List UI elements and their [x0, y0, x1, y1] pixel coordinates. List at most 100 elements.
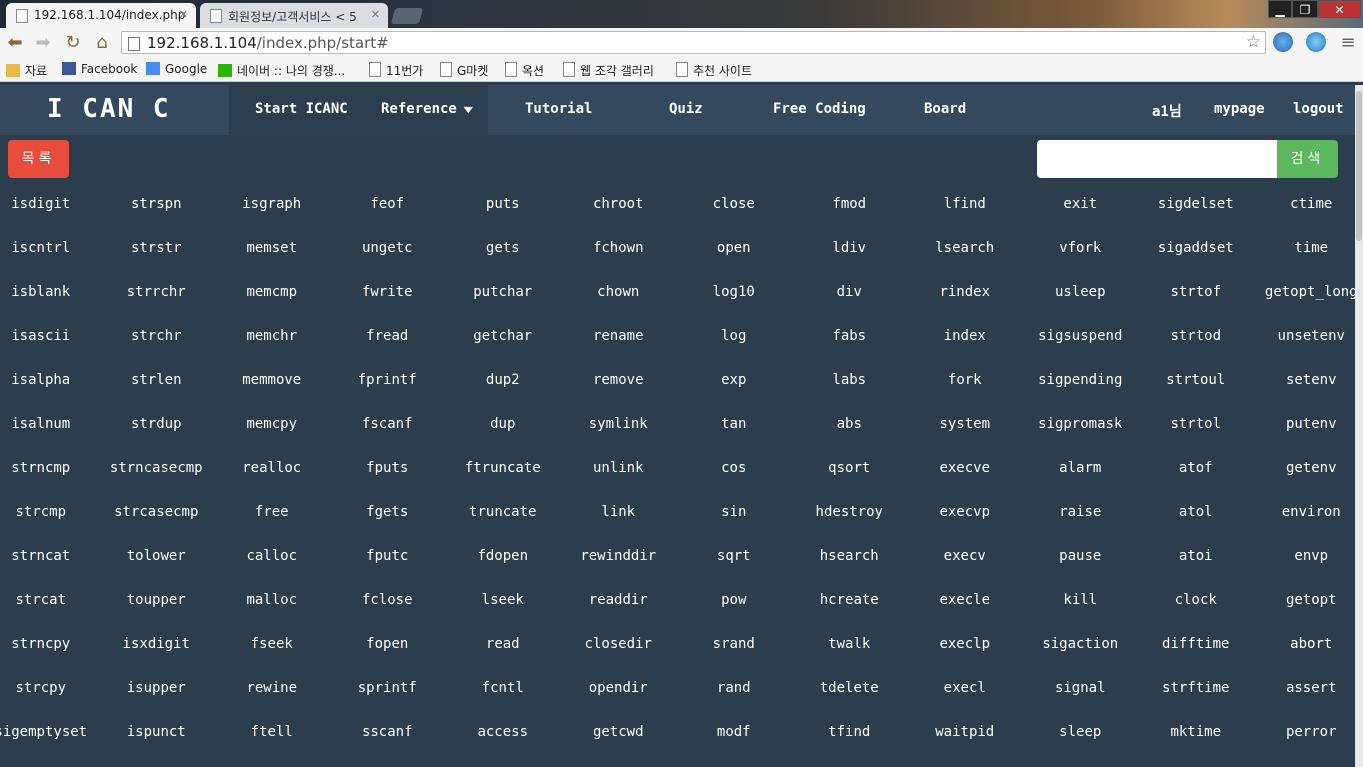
function-link[interactable]: fopen [330, 622, 446, 666]
function-link[interactable]: readdir [561, 578, 677, 622]
function-link[interactable]: sin [676, 490, 792, 534]
function-link[interactable]: perror [1254, 710, 1363, 754]
function-link[interactable]: sigpromask [1023, 402, 1139, 446]
function-link[interactable]: vfork [1023, 226, 1139, 270]
function-link[interactable]: fputc [330, 534, 446, 578]
function-link[interactable]: rindex [907, 270, 1023, 314]
function-link[interactable]: sigdelset [1138, 182, 1254, 226]
function-link[interactable]: strtol [1138, 402, 1254, 446]
nav-free-coding[interactable]: Free Coding [773, 101, 866, 117]
site-logo[interactable]: I CAN C [47, 94, 171, 124]
function-link[interactable]: strdup [99, 402, 215, 446]
function-link[interactable]: strcat [0, 578, 99, 622]
function-link[interactable]: fclose [330, 578, 446, 622]
function-link[interactable]: sqrt [676, 534, 792, 578]
function-link[interactable]: isgraph [214, 182, 330, 226]
function-link[interactable]: remove [561, 358, 677, 402]
function-link[interactable]: pause [1023, 534, 1139, 578]
function-link[interactable]: strrchr [99, 270, 215, 314]
function-link[interactable]: abort [1254, 622, 1363, 666]
browser-tab-active[interactable]: 192.168.1.104/index.php ✕ [6, 3, 196, 28]
function-link[interactable]: strtoul [1138, 358, 1254, 402]
function-link[interactable]: tfind [792, 710, 908, 754]
nav-board[interactable]: Board [924, 101, 966, 117]
function-link[interactable]: strncasecmp [99, 446, 215, 490]
scrollbar[interactable] [1355, 85, 1363, 767]
nav-mypage[interactable]: mypage [1214, 101, 1265, 117]
function-link[interactable]: fgets [330, 490, 446, 534]
function-link[interactable]: sigpending [1023, 358, 1139, 402]
function-link[interactable]: isascii [0, 314, 99, 358]
function-link[interactable]: fprintf [330, 358, 446, 402]
scrollbar-thumb[interactable] [1356, 91, 1362, 241]
function-link[interactable]: cos [676, 446, 792, 490]
close-tab-icon[interactable]: ✕ [371, 8, 380, 21]
function-link[interactable]: kill [1023, 578, 1139, 622]
function-link[interactable]: time [1254, 226, 1363, 270]
function-link[interactable]: fread [330, 314, 446, 358]
function-link[interactable]: tolower [99, 534, 215, 578]
function-link[interactable]: execl [907, 666, 1023, 710]
function-link[interactable]: alarm [1023, 446, 1139, 490]
function-link[interactable]: mktime [1138, 710, 1254, 754]
function-link[interactable]: fscanf [330, 402, 446, 446]
function-link[interactable]: strspn [99, 182, 215, 226]
function-link[interactable]: memchr [214, 314, 330, 358]
function-link[interactable]: system [907, 402, 1023, 446]
function-link[interactable]: toupper [99, 578, 215, 622]
function-link[interactable]: tan [676, 402, 792, 446]
reload-icon[interactable]: ↻ [62, 32, 84, 54]
function-link[interactable]: usleep [1023, 270, 1139, 314]
globe-icon[interactable] [1306, 32, 1326, 52]
list-button[interactable]: 목록 [8, 140, 69, 178]
bookmark-google[interactable]: Google [146, 62, 207, 76]
function-link[interactable]: fork [907, 358, 1023, 402]
function-link[interactable]: isalpha [0, 358, 99, 402]
function-link[interactable]: gets [445, 226, 561, 270]
function-link[interactable]: sprintf [330, 666, 446, 710]
function-link[interactable]: ldiv [792, 226, 908, 270]
bookmark-auction[interactable]: 옥션 [505, 62, 544, 79]
function-link[interactable]: memset [214, 226, 330, 270]
nav-start-icanc[interactable]: Start ICANC [255, 101, 348, 117]
function-link[interactable]: putchar [445, 270, 561, 314]
function-link[interactable]: waitpid [907, 710, 1023, 754]
function-link[interactable]: labs [792, 358, 908, 402]
maximize-button[interactable]: ❐ [1292, 0, 1318, 18]
nav-logout[interactable]: logout [1293, 101, 1344, 117]
function-link[interactable]: getcwd [561, 710, 677, 754]
function-link[interactable]: execlp [907, 622, 1023, 666]
function-link[interactable]: malloc [214, 578, 330, 622]
function-link[interactable]: close [676, 182, 792, 226]
function-link[interactable]: sigaction [1023, 622, 1139, 666]
function-link[interactable]: twalk [792, 622, 908, 666]
nav-reference[interactable]: Reference ▼ [381, 101, 473, 117]
home-icon[interactable]: ⌂ [91, 32, 113, 54]
function-link[interactable]: abs [792, 402, 908, 446]
function-link[interactable]: opendir [561, 666, 677, 710]
function-link[interactable]: open [676, 226, 792, 270]
function-link[interactable]: unsetenv [1254, 314, 1363, 358]
function-link[interactable]: memcmp [214, 270, 330, 314]
function-link[interactable]: modf [676, 710, 792, 754]
function-link[interactable]: puts [445, 182, 561, 226]
function-link[interactable]: exp [676, 358, 792, 402]
close-tab-icon[interactable]: ✕ [179, 8, 188, 21]
function-link[interactable]: fabs [792, 314, 908, 358]
function-link[interactable]: execv [907, 534, 1023, 578]
bookmark-11st[interactable]: 11번가 [369, 62, 423, 79]
function-link[interactable]: lseek [445, 578, 561, 622]
function-link[interactable]: envp [1254, 534, 1363, 578]
star-icon[interactable]: ☆ [1246, 32, 1261, 52]
extension-icon[interactable] [1273, 32, 1293, 52]
function-link[interactable]: memcpy [214, 402, 330, 446]
function-link[interactable]: symlink [561, 402, 677, 446]
function-link[interactable]: strncpy [0, 622, 99, 666]
function-link[interactable]: isblank [0, 270, 99, 314]
function-link[interactable]: iscntrl [0, 226, 99, 270]
function-link[interactable]: assert [1254, 666, 1363, 710]
function-link[interactable]: setenv [1254, 358, 1363, 402]
function-link[interactable]: strchr [99, 314, 215, 358]
bookmark-folder[interactable]: 자료 [6, 62, 47, 79]
search-button[interactable]: 검색 [1277, 140, 1338, 178]
